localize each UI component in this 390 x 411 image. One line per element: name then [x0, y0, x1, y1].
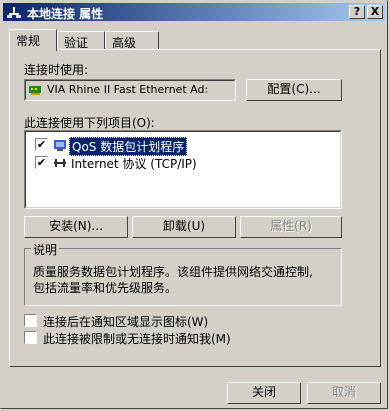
- properties-button[interactable]: 属性(R): [240, 216, 342, 238]
- tcpip-checkbox[interactable]: ✔: [35, 156, 48, 169]
- close-title-button[interactable]: X: [367, 5, 383, 19]
- description-line-2: 包括流量率和优先级服务。: [33, 281, 178, 295]
- show-icon-checkbox[interactable]: [24, 314, 37, 327]
- properties-dialog: 本地连接 属性 ? X 常规 验证 高级 连接时使用: VIA Rhine II…: [0, 0, 388, 409]
- adapter-name: VIA Rhine II Fast Ethernet Ad:: [47, 83, 209, 96]
- network-connection-icon: [7, 7, 21, 18]
- list-item-label: Internet 协议 (TCP/IP): [71, 157, 197, 171]
- cancel-button[interactable]: 取消: [307, 382, 381, 404]
- list-item-label: QoS 数据包计划程序: [69, 137, 188, 156]
- service-icon: [54, 140, 66, 151]
- uninstall-button[interactable]: 卸载(U): [132, 216, 236, 238]
- description-line-1: 质量服务数据包计划程序。该组件提供网络交通控制,: [33, 265, 313, 279]
- help-icon: ?: [353, 5, 361, 18]
- qos-checkbox[interactable]: ✔: [35, 138, 48, 151]
- title-bar[interactable]: 本地连接 属性 ? X: [3, 3, 385, 21]
- window-title: 本地连接 属性: [27, 7, 104, 21]
- notify-limited-label[interactable]: 此连接被限制或无连接时通知我(M): [43, 330, 231, 347]
- components-label: 此连接使用下列项目(O):: [24, 116, 155, 130]
- tab-advanced[interactable]: 高级: [105, 31, 159, 50]
- network-adapter-icon: [29, 86, 41, 95]
- description-legend: 说明: [31, 241, 60, 258]
- protocol-icon: [54, 159, 66, 167]
- tab-authentication[interactable]: 验证: [57, 31, 105, 50]
- tab-general[interactable]: 常规: [9, 29, 57, 51]
- show-icon-label[interactable]: 连接后在通知区域显示图标(W): [43, 313, 208, 330]
- components-list[interactable]: ✔ QoS 数据包计划程序 ✔ Internet 协议 (TCP/IP): [24, 130, 342, 209]
- help-button[interactable]: ?: [349, 5, 365, 19]
- close-button[interactable]: 关闭: [227, 382, 301, 404]
- configure-button[interactable]: 配置(C)...: [246, 79, 342, 101]
- general-tab-panel: 连接时使用: VIA Rhine II Fast Ethernet Ad: 配置…: [9, 49, 381, 367]
- connect-using-label: 连接时使用:: [24, 63, 89, 77]
- description-group: 说明 质量服务数据包计划程序。该组件提供网络交通控制, 包括流量率和优先级服务。: [24, 241, 342, 306]
- close-icon: X: [370, 5, 380, 18]
- install-button[interactable]: 安装(N)...: [24, 216, 128, 238]
- notify-limited-checkbox[interactable]: [24, 331, 37, 344]
- adapter-field: VIA Rhine II Fast Ethernet Ad:: [24, 79, 236, 101]
